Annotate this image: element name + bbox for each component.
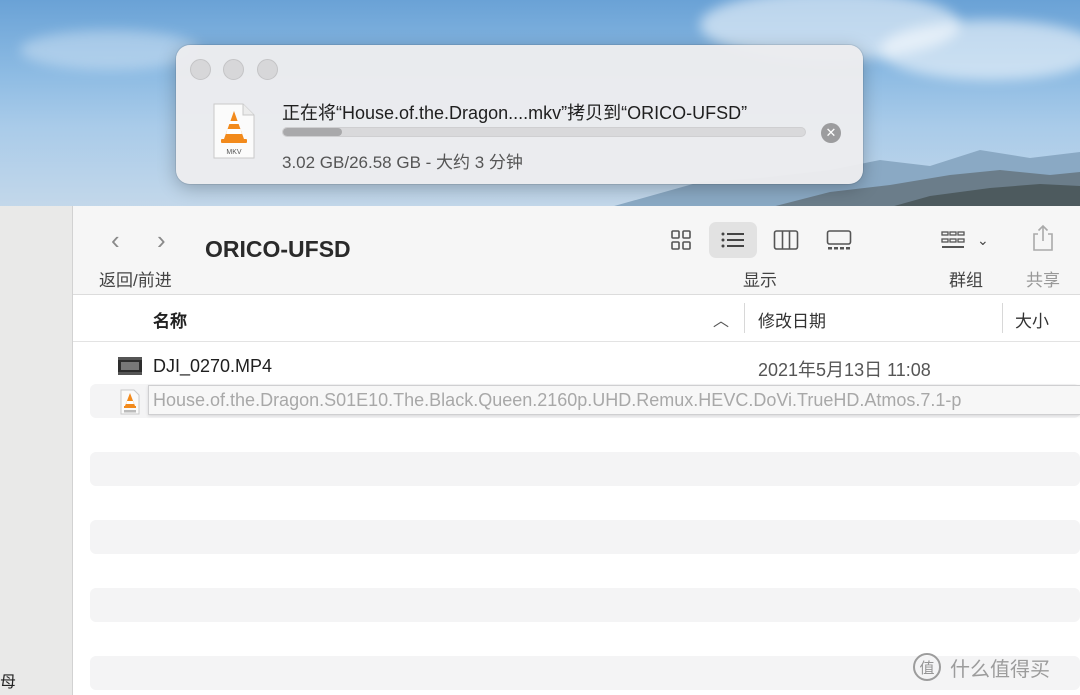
empty-row (90, 588, 1080, 622)
column-header-date[interactable]: 修改日期 (758, 307, 826, 332)
list-header: 名称 ︿ 修改日期 大小 (73, 295, 1080, 342)
chevron-down-icon: ⌄ (977, 231, 989, 248)
folder-title: ORICO-UFSD (205, 236, 351, 262)
list-icon (721, 232, 744, 248)
sort-ascending-icon[interactable]: ︿ (713, 307, 729, 331)
group-button[interactable]: ⌄ (941, 222, 1001, 258)
grid-icon (671, 230, 691, 250)
column-header-name[interactable]: 名称 (153, 307, 187, 332)
file-name-copying: House.of.the.Dragon.S01E10.The.Black.Que… (148, 385, 1080, 415)
column-header-size[interactable]: 大小 (1015, 307, 1049, 332)
sidebar-item-label[interactable]: 母 (0, 668, 16, 692)
forward-button[interactable]: › (157, 226, 166, 254)
zoom-window-button[interactable] (257, 59, 278, 80)
copy-progress-dialog: MKV 正在将“House.of.the.Dragon....mkv”拷贝到“O… (176, 45, 863, 184)
watermark-text: 什么值得买 (950, 658, 1050, 681)
video-file-icon (118, 357, 142, 375)
cancel-copy-button[interactable]: ✕ (821, 123, 841, 143)
chevron-right-icon: › (157, 225, 166, 255)
group-label: 群组 (949, 271, 983, 290)
share-label: 共享 (1026, 271, 1060, 290)
copy-progress-fill (283, 128, 343, 136)
list-view-button[interactable] (709, 222, 757, 258)
gallery-view-button[interactable] (815, 222, 863, 258)
mkv-file-icon (120, 389, 140, 415)
view-label: 显示 (743, 271, 777, 290)
file-date: 2021年5月13日 11:08 (758, 360, 931, 380)
back-forward-label: 返回/前进 (99, 271, 172, 290)
columns-icon (773, 230, 799, 250)
finder-sidebar (0, 206, 73, 695)
finder-toolbar: ‹ › 返回/前进 ORICO-UFSD 显示 ⌄ 群组 共享 (73, 206, 1080, 295)
watermark-badge: 值 (919, 659, 934, 677)
empty-row (90, 452, 1080, 486)
icon-view-button[interactable] (657, 222, 705, 258)
column-divider[interactable] (1002, 303, 1003, 333)
gallery-icon (826, 230, 852, 250)
file-name: DJI_0270.MP4 (153, 356, 273, 376)
x-circle-icon: ✕ (825, 125, 837, 140)
watermark-logo-icon: 值 (913, 653, 941, 681)
copy-title: 正在将“House.of.the.Dragon....mkv”拷贝到“ORICO… (282, 103, 748, 123)
share-icon (1033, 224, 1053, 251)
close-window-button[interactable] (190, 59, 211, 80)
table-row[interactable]: DJI_0270.MP4 2021年5月13日 11:08 (90, 349, 1080, 383)
table-row[interactable]: House.of.the.Dragon.S01E10.The.Black.Que… (90, 384, 1080, 418)
mkv-file-icon: MKV (213, 103, 255, 159)
column-divider[interactable] (744, 303, 745, 333)
watermark: 值 什么值得买 (912, 652, 1050, 682)
group-icon (941, 231, 965, 248)
copy-progress-bar (282, 127, 806, 137)
finder-window: ‹ › 返回/前进 ORICO-UFSD 显示 ⌄ 群组 共享 名称 ︿ 修改日… (73, 206, 1080, 695)
share-button[interactable] (1031, 224, 1055, 257)
empty-row (90, 520, 1080, 554)
back-button[interactable]: ‹ (111, 226, 120, 254)
column-view-button[interactable] (762, 222, 810, 258)
minimize-window-button[interactable] (223, 59, 244, 80)
file-type-label: MKV (226, 149, 242, 156)
copy-status-text: 3.02 GB/26.58 GB - 大约 3 分钟 (282, 153, 523, 172)
chevron-left-icon: ‹ (111, 225, 120, 255)
